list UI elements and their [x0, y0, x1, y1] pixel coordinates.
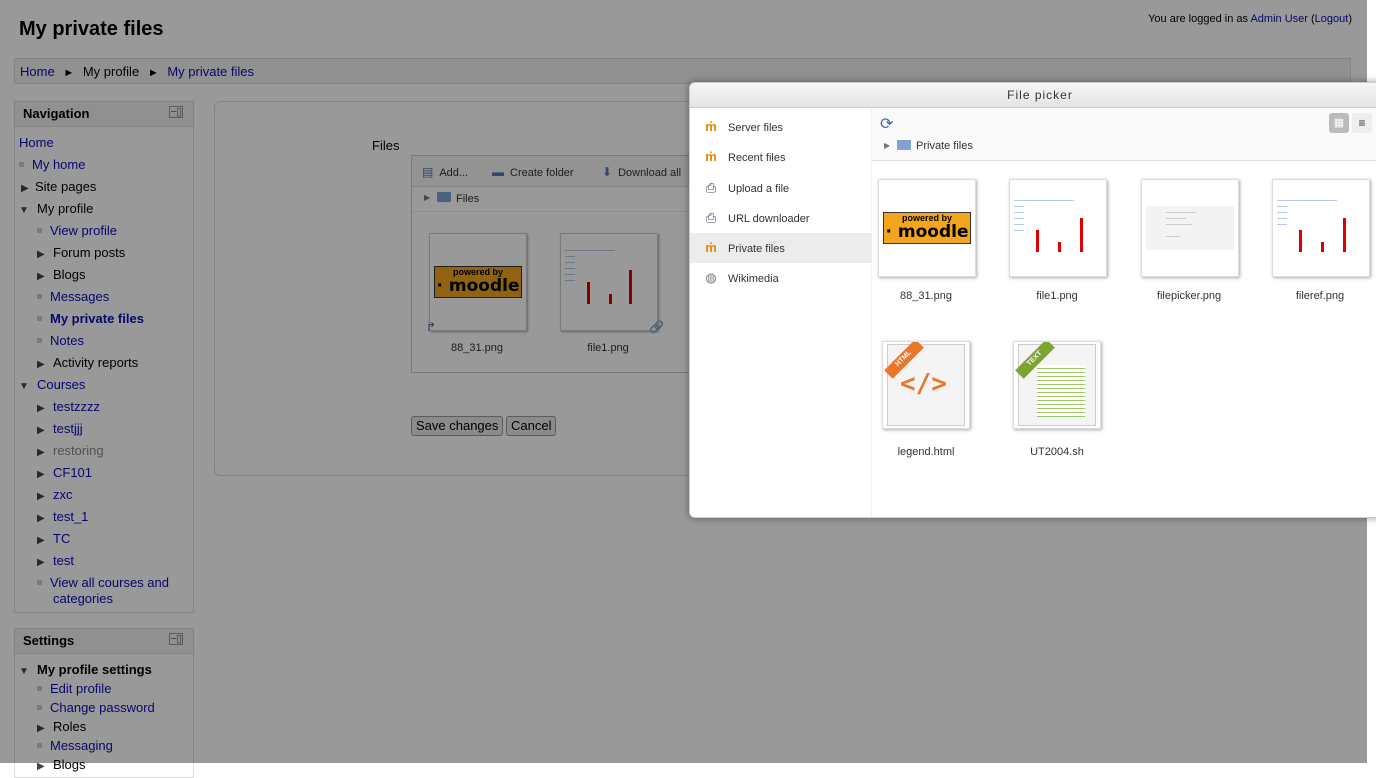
repo-recent-files[interactable]: ṁ Recent files — [690, 142, 871, 172]
file-thumbnail[interactable]: powered by · moodle — [878, 179, 976, 277]
wikimedia-icon: ◍ — [705, 270, 717, 285]
file-thumbnail[interactable]: TEXT — [1013, 341, 1101, 429]
file-thumbnail[interactable] — [1272, 179, 1370, 277]
file-name[interactable]: 88_31.png — [866, 290, 986, 302]
screenshot-preview — [1146, 206, 1234, 250]
file-picker-toolbar: ⟳ ▶ Private files ▦ ≡ — [872, 108, 1376, 161]
moodle-logo-line2: · moodle — [885, 222, 969, 242]
folder-icon — [897, 140, 911, 150]
file-name[interactable]: UT2004.sh — [997, 446, 1117, 458]
moodle-icon: ṁ — [705, 119, 717, 134]
path-private-files[interactable]: Private files — [916, 140, 973, 152]
text-lines-icon — [1037, 365, 1085, 417]
repo-label: Recent files — [728, 152, 786, 164]
repo-label: Server files — [728, 122, 784, 134]
moodle-icon: ṁ — [705, 149, 717, 164]
repo-wikimedia[interactable]: ◍ Wikimedia — [690, 263, 871, 293]
repository-list: ṁ Server files ṁ Recent files ⎙ Upload a… — [690, 108, 872, 517]
repo-private-files[interactable]: ṁ Private files — [690, 233, 871, 263]
repo-label: Wikimedia — [728, 273, 779, 285]
file-picker-content: ⟳ ▶ Private files ▦ ≡ powered by · moodl… — [872, 108, 1376, 517]
list-view-icon[interactable]: ≡ — [1352, 113, 1372, 133]
file-name[interactable]: fileref.png — [1260, 290, 1376, 302]
file-picker-dialog: File picker ṁ Server files ṁ Recent file… — [689, 82, 1376, 518]
moodle-icon: ṁ — [705, 240, 717, 255]
text-document-icon: TEXT — [1015, 342, 1096, 426]
path-arrow-icon: ▶ — [884, 141, 891, 150]
file-name[interactable]: file1.png — [997, 290, 1117, 302]
url-download-icon: ⎙ — [705, 210, 717, 225]
repo-label: Private files — [728, 243, 785, 255]
file-name[interactable]: legend.html — [866, 446, 986, 458]
file-thumbnail[interactable] — [1009, 179, 1107, 277]
upload-icon: ⎙ — [705, 180, 717, 195]
html-document-icon: HTML </> — [884, 342, 965, 426]
moodle-logo: powered by · moodle — [883, 212, 971, 244]
code-tag-icon: </> — [900, 369, 947, 399]
file-name[interactable]: filepicker.png — [1129, 290, 1249, 302]
repo-label: URL downloader — [728, 213, 810, 225]
repo-url-downloader[interactable]: ⎙ URL downloader — [690, 203, 871, 233]
repo-upload-file[interactable]: ⎙ Upload a file — [690, 173, 871, 203]
icon-view-icon[interactable]: ▦ — [1329, 113, 1349, 133]
repo-label: Upload a file — [728, 183, 790, 195]
repo-server-files[interactable]: ṁ Server files — [690, 112, 871, 142]
chart-preview — [1277, 200, 1365, 252]
refresh-icon[interactable]: ⟳ — [880, 114, 893, 134]
file-picker-title: File picker — [690, 83, 1376, 108]
file-thumbnail[interactable] — [1141, 179, 1239, 277]
file-thumbnail[interactable]: HTML </> — [882, 341, 970, 429]
chart-preview — [1014, 200, 1102, 252]
